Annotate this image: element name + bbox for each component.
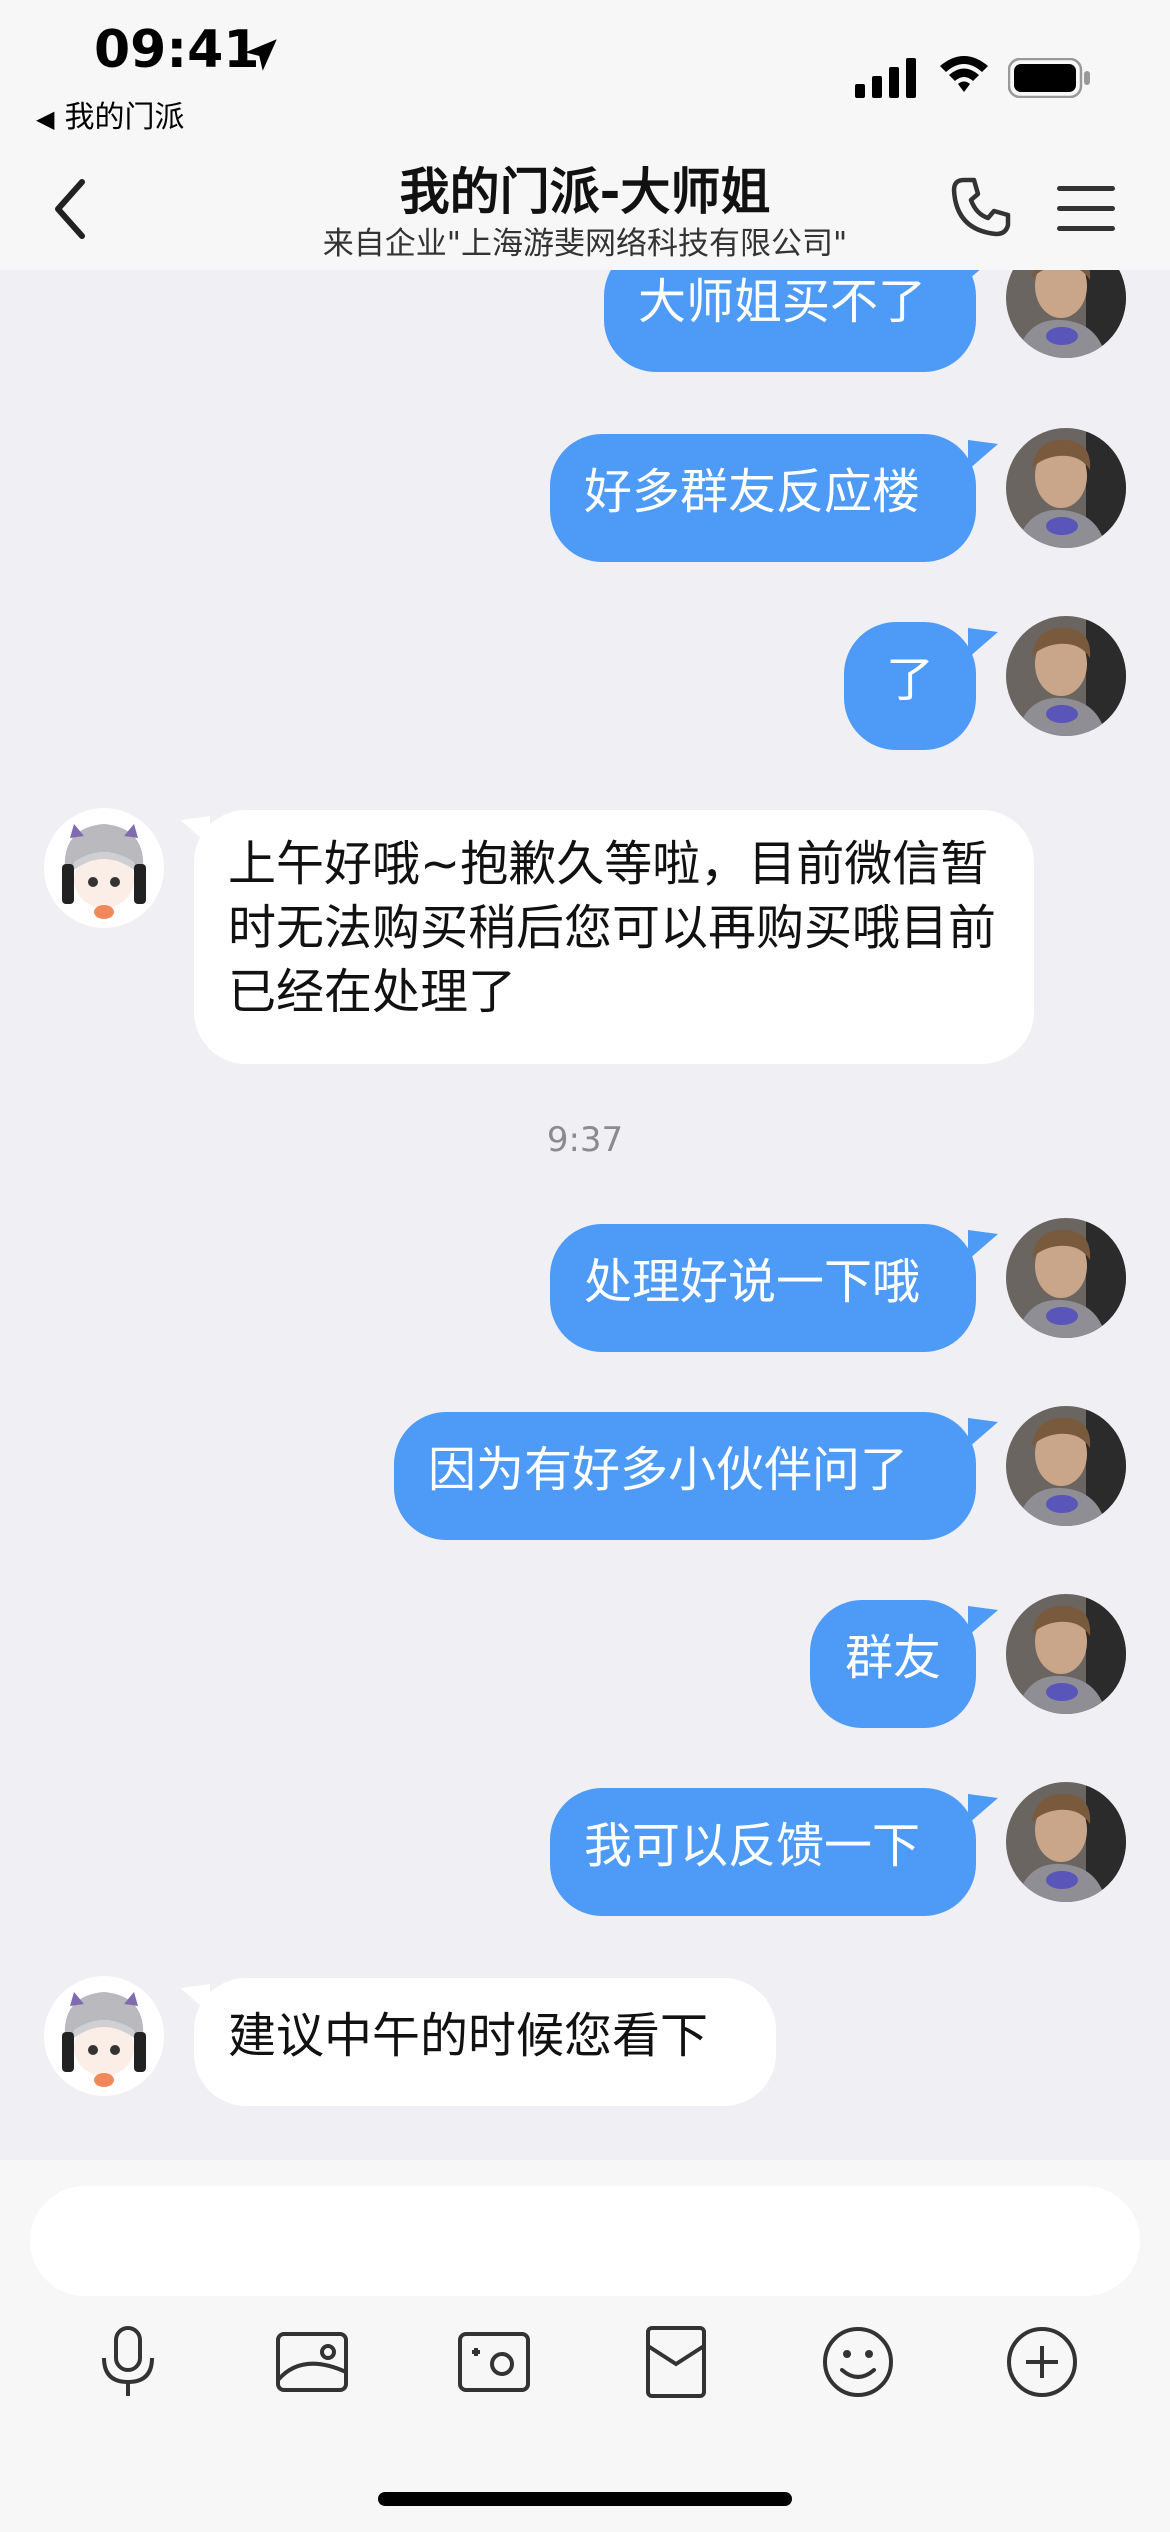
agent-avatar-image [44, 1976, 164, 2096]
bubble-tail [968, 1230, 998, 1260]
home-indicator[interactable] [378, 2492, 792, 2506]
user-avatar[interactable] [1006, 1594, 1126, 1714]
user-avatar-image [1006, 1218, 1126, 1338]
agent-avatar-image [44, 808, 164, 928]
user-avatar[interactable] [1006, 1218, 1126, 1338]
top-bar: 09:41 ◀ 我的门派 我的门派-大师姐 来自企业"上海游斐网络科技有限公司" [0, 0, 1170, 270]
user-avatar[interactable] [1006, 428, 1126, 548]
microphone-icon[interactable] [88, 2322, 168, 2402]
message-bubble[interactable]: 建议中午的时候您看下 [194, 1978, 776, 2106]
location-arrow-icon [245, 39, 277, 71]
bubble-tail [968, 1794, 998, 1824]
user-avatar[interactable] [1006, 1782, 1126, 1902]
message-bubble[interactable]: 上午好哦~抱歉久等啦，目前微信暂时无法购买稍后您可以再购买哦目前已经在处理了 [194, 810, 1034, 1064]
message-bubble[interactable]: 我可以反馈一下 [550, 1788, 976, 1916]
wifi-icon [940, 56, 988, 92]
composer [0, 2160, 1170, 2532]
chat-screen: 09:41 ◀我的门派 我的门派-大师姐 来自企业"上海游斐网络科技有限公司" [0, 0, 1170, 2532]
message-bubble[interactable]: 处理好说一下哦 [550, 1224, 976, 1352]
message-bubble[interactable]: 因为有好多小伙伴问了 [394, 1412, 976, 1540]
status-time: 09:41 [94, 20, 260, 80]
message-input[interactable] [30, 2186, 1140, 2296]
user-avatar-image [1006, 616, 1126, 736]
message-bubble[interactable]: 群友 [810, 1600, 976, 1728]
plus-icon[interactable] [1002, 2322, 1082, 2402]
camera-icon[interactable] [454, 2322, 534, 2402]
message-bubble[interactable]: 好多群友反应楼 [550, 434, 976, 562]
user-avatar-image [1006, 1406, 1126, 1526]
user-avatar-image [1006, 270, 1126, 358]
agent-avatar[interactable] [44, 1976, 164, 2096]
bubble-tail [968, 1418, 998, 1448]
user-avatar[interactable] [1006, 270, 1126, 358]
cellular-signal-icon [855, 58, 916, 98]
back-to-app-link[interactable]: ◀ 我的门派 [36, 92, 184, 136]
redpacket-icon[interactable] [636, 2322, 716, 2402]
user-avatar-image [1006, 428, 1126, 548]
agent-avatar[interactable] [44, 808, 164, 928]
user-avatar[interactable] [1006, 616, 1126, 736]
menu-icon[interactable] [1055, 184, 1117, 234]
image-icon[interactable] [272, 2322, 352, 2402]
battery-icon [1008, 58, 1090, 98]
user-avatar[interactable] [1006, 1406, 1126, 1526]
back-app-label: 我的门派 [64, 100, 185, 135]
bubble-tail [968, 628, 998, 658]
phone-icon[interactable] [950, 176, 1012, 238]
bubble-tail [968, 1606, 998, 1636]
message-bubble[interactable]: 了 [844, 622, 976, 750]
message-list[interactable]: 大师姐买不了 好多群友反应楼 了 上午好哦~抱歉久等啦，目前微信暂时无法购买稍后… [0, 270, 1170, 2160]
back-triangle-icon: ◀ [36, 105, 55, 133]
message-timestamp: 9:37 [546, 1120, 624, 1160]
user-avatar-image [1006, 1594, 1126, 1714]
message-bubble[interactable]: 大师姐买不了 [604, 270, 976, 372]
bubble-tail [968, 270, 980, 280]
emoji-icon[interactable] [818, 2322, 898, 2402]
bubble-tail [968, 440, 998, 470]
user-avatar-image [1006, 1782, 1126, 1902]
